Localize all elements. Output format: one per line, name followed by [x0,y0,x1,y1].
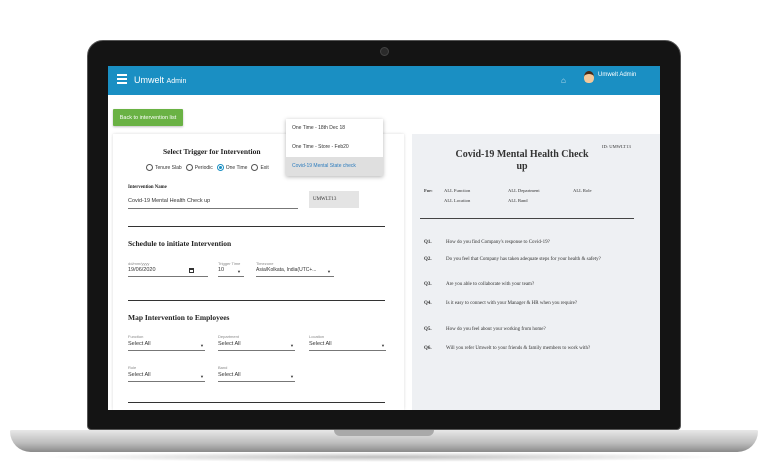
intervention-code: UMWLT13 [309,191,359,208]
map-heading: Map Intervention to Employees [128,313,230,322]
radio-icon [251,164,259,171]
notification-icon[interactable]: ⌂ [561,76,566,85]
timezone-label: Timezone [256,261,274,266]
intervention-name-input[interactable]: Covid-19 Mental Health Check up [128,198,210,204]
avatar[interactable] [584,71,594,83]
role-select[interactable]: Select All [128,372,151,378]
radio-label: Tenure Slab [155,164,182,171]
date-underline [128,276,208,277]
radio-label: Periodic [194,164,213,171]
schedule-heading: Schedule to initiate Intervention [128,239,232,248]
location-label: Location [309,334,325,339]
dropdown-item[interactable]: One Time - 18th Dec 18 [286,119,383,138]
radio-selected-icon [216,164,224,171]
back-to-list-button[interactable]: Back to intervention list [113,109,183,126]
app-bar: Umwelt Admin ⌂ Umwelt Admin [108,66,660,95]
trigger-radio-group: Tenure Slab Periodic One Time Exit [146,164,273,171]
radio-label: One Time [225,164,248,171]
trigger-time-select[interactable]: 10 [218,267,224,273]
section-divider [128,226,385,227]
preview-for-band: ALL Band [508,198,528,203]
dropdown-item-selected[interactable]: Covid-19 Mental State check [286,157,383,176]
question-number: Q1. [424,240,432,245]
app-title-main: Umwelt [134,75,165,85]
department-select[interactable]: Select All [218,341,241,347]
calendar-icon[interactable] [189,268,194,273]
department-underline [218,350,295,351]
trigger-heading: Select Trigger for Intervention [163,147,261,156]
question-number: Q3. [424,282,432,287]
chevron-down-icon[interactable]: ▼ [290,343,294,348]
laptop-notch [334,430,434,436]
radio-tenure-slab[interactable]: Tenure Slab [146,164,182,171]
question-text: Is it easy to connect with your Manager … [446,301,578,306]
app-title-sub: Admin [166,78,187,85]
chevron-down-icon[interactable]: ▼ [200,343,204,348]
preview-title: Covid-19 Mental Health Check up [455,149,589,172]
radio-icon [185,164,193,171]
menu-icon[interactable] [117,74,127,86]
intervention-dropdown-menu: One Time - 18th Dec 18 One Time - Store … [286,119,383,176]
laptop-shadow [40,452,728,462]
question-number: Q2. [424,257,432,262]
question-text: Will you refer Umwelt to your friends & … [446,346,591,351]
intervention-name-underline [128,208,298,209]
chevron-down-icon[interactable]: ▼ [200,374,204,379]
timezone-underline [256,276,334,277]
question-text: How do you find Company's response to Co… [446,240,550,245]
question-number: Q4. [424,301,432,306]
preview-for-label: For: [424,188,433,193]
preview-for-department: ALL Department [508,188,540,193]
date-label: dd/mm/yyyy [128,261,150,266]
radio-one-time[interactable]: One Time [216,164,248,171]
dropdown-item[interactable]: One Time - Store - Feb20 [286,138,383,157]
question-number: Q6. [424,346,432,351]
chevron-down-icon[interactable]: ▼ [290,374,294,379]
function-select[interactable]: Select All [128,341,151,347]
chevron-down-icon[interactable]: ▼ [237,269,241,274]
location-underline [309,350,386,351]
timezone-select[interactable]: Asia/Kolkata, India(UTC+... [256,267,316,273]
section-divider [128,402,385,403]
band-underline [218,381,295,382]
band-select[interactable]: Select All [218,372,241,378]
function-label: Function [128,334,144,339]
radio-icon [146,164,153,171]
question-text: How do you feel about your working from … [446,327,546,332]
chevron-down-icon[interactable]: ▼ [381,343,385,348]
role-underline [128,381,205,382]
location-select[interactable]: Select All [309,341,332,347]
survey-preview: Covid-19 Mental Health Check up ID: UMWL… [412,134,660,410]
trigger-time-label: Trigger Time [218,261,241,266]
preview-id: ID: UMWLT13 [602,144,631,149]
radio-exit[interactable]: Exit [251,164,269,171]
section-divider [128,300,385,301]
app-title: Umwelt Admin [134,75,186,85]
band-label: Band [218,365,228,370]
preview-for-function: ALL Function [444,188,471,193]
preview-for-role: ALL Role [573,188,592,193]
radio-periodic[interactable]: Periodic [185,164,213,171]
role-label: Role [128,365,137,370]
date-input[interactable]: 19/06/2020 [128,267,156,273]
radio-label: Exit [260,164,269,171]
time-underline [218,276,244,277]
screen: Umwelt Admin ⌂ Umwelt Admin Back to inte… [108,66,660,410]
question-text: Do you feel that Company has taken adequ… [446,257,601,262]
camera-icon [380,47,389,56]
intervention-name-label: Intervention Name [128,185,167,190]
question-text: Are you able to collaborate with your te… [446,282,535,287]
chevron-down-icon[interactable]: ▼ [327,269,331,274]
preview-divider [420,218,634,219]
function-underline [128,350,205,351]
preview-for-location: ALL Location [444,198,471,203]
department-label: Department [218,334,239,339]
question-number: Q5. [424,327,432,332]
user-name[interactable]: Umwelt Admin [598,72,636,78]
